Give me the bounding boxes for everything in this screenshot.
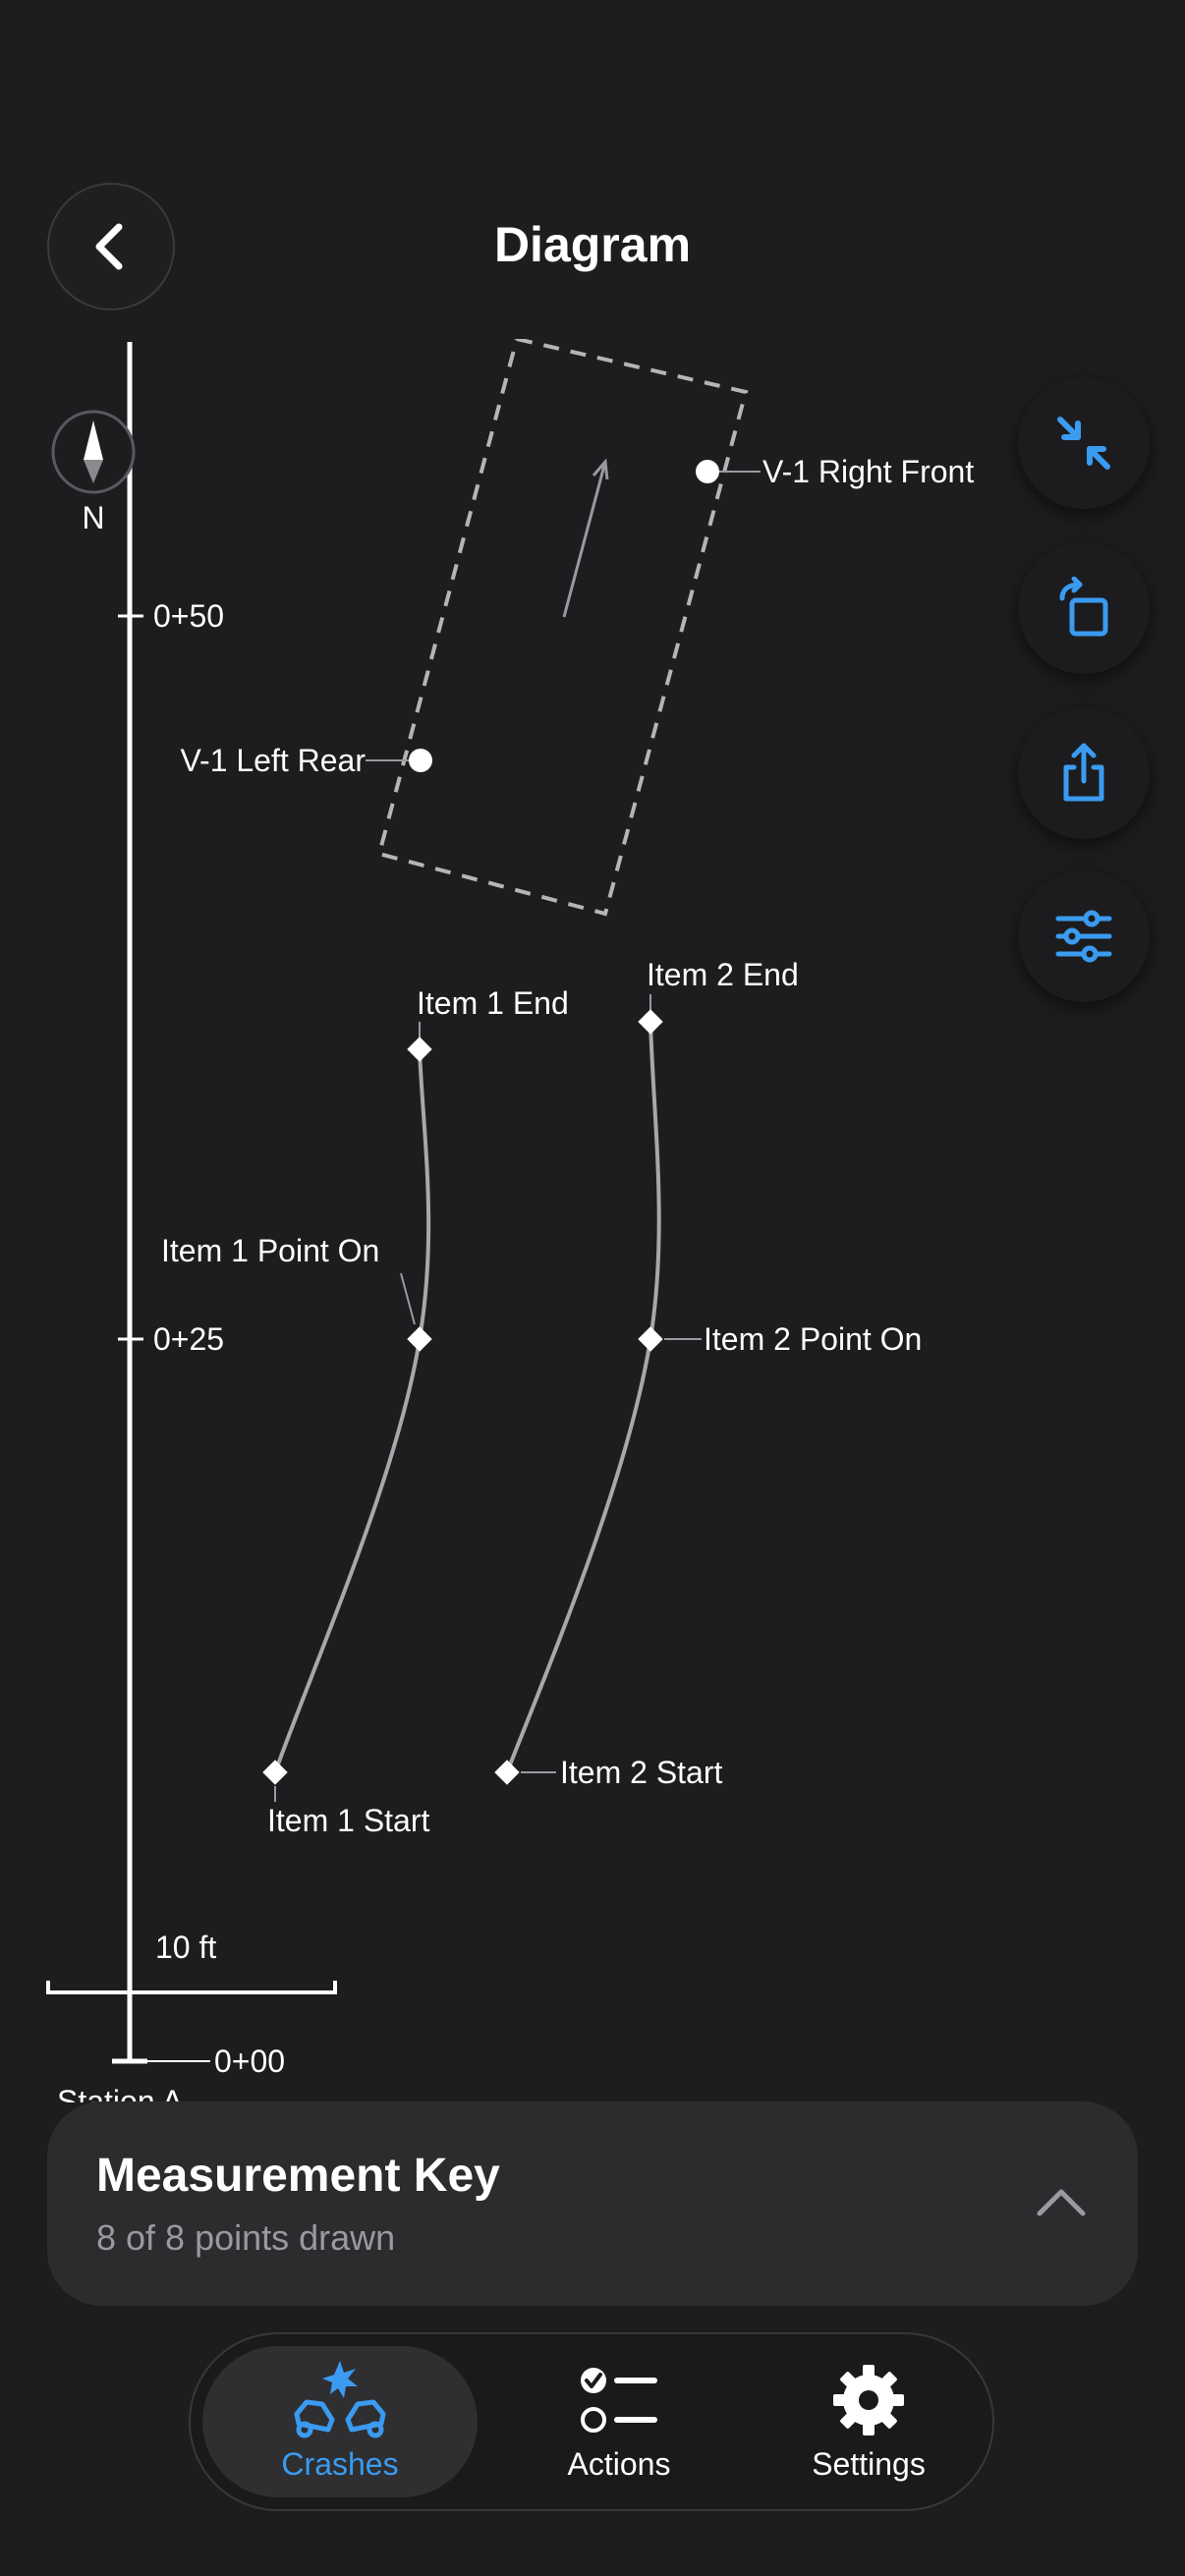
item-2-start-point[interactable] xyxy=(494,1760,520,1785)
page-title: Diagram xyxy=(493,217,692,272)
back-button[interactable] xyxy=(47,183,175,310)
item-1-path xyxy=(273,1048,431,1773)
vehicle-1-outline[interactable] xyxy=(376,339,749,917)
v1-right-front-point[interactable] xyxy=(696,460,719,483)
item-1-end-label: Item 1 End xyxy=(417,985,569,1021)
tab-settings-label: Settings xyxy=(812,2446,926,2482)
compress-button[interactable] xyxy=(1018,377,1150,509)
v1-left-rear-label: V-1 Left Rear xyxy=(180,743,366,778)
crash-cars-icon xyxy=(294,2361,386,2438)
item-2-point-on-point[interactable] xyxy=(638,1326,663,1352)
station-label-0-25: 0+25 xyxy=(153,1321,224,1357)
item-2-point-on-label: Item 2 Point On xyxy=(704,1321,922,1357)
compass-icon xyxy=(51,410,136,494)
gear-icon xyxy=(833,2365,904,2436)
v1-right-front-label: V-1 Right Front xyxy=(762,454,974,489)
scale-bar xyxy=(46,1981,337,1994)
tab-settings[interactable]: Settings xyxy=(770,2346,967,2497)
checklist-icon xyxy=(581,2368,657,2433)
item-1-point-on-point[interactable] xyxy=(407,1326,432,1352)
measurement-key-subtitle: 8 of 8 points drawn xyxy=(96,2217,396,2258)
item-2-start-label: Item 2 Start xyxy=(560,1755,723,1790)
tab-crashes[interactable]: Crashes xyxy=(202,2346,478,2497)
measurement-key-panel[interactable]: Measurement Key 8 of 8 points drawn xyxy=(47,2101,1138,2306)
station-label-0-00: 0+00 xyxy=(214,2044,285,2079)
item-2-end-point[interactable] xyxy=(638,1009,663,1035)
tab-actions[interactable]: Actions xyxy=(521,2346,717,2497)
item-1-start-point[interactable] xyxy=(262,1760,288,1785)
chevron-left-icon xyxy=(95,223,123,270)
diagram-screen: 0+50 0+25 0+00 Station A 10 ft N xyxy=(0,0,1185,2576)
share-button[interactable] xyxy=(1018,707,1150,839)
item-1-point-on-label: Item 1 Point On xyxy=(161,1233,379,1268)
item-1-end-point[interactable] xyxy=(407,1036,432,1062)
tab-actions-label: Actions xyxy=(567,2446,671,2482)
compress-icon xyxy=(1057,417,1110,470)
v1-left-rear-point[interactable] xyxy=(409,749,432,772)
item-2-end-label: Item 2 End xyxy=(647,957,799,992)
tab-crashes-label: Crashes xyxy=(281,2446,399,2482)
item-1-start-label: Item 1 Start xyxy=(267,1803,430,1838)
sliders-icon xyxy=(1055,910,1112,963)
scale-label: 10 ft xyxy=(155,1930,216,1965)
station-label-0-50: 0+50 xyxy=(153,598,224,634)
measurement-key-title: Measurement Key xyxy=(96,2150,500,2202)
header: Diagram xyxy=(0,177,1185,324)
vehicle-direction-arrow xyxy=(562,458,609,618)
share-icon xyxy=(1063,743,1104,802)
rotate-icon xyxy=(1059,577,1108,637)
compass-label: N xyxy=(82,500,104,535)
item-2-path xyxy=(505,1021,661,1773)
tab-bar: Crashes Actions Settings xyxy=(189,2332,994,2511)
chevron-up-icon[interactable] xyxy=(1032,2172,1091,2231)
adjust-button[interactable] xyxy=(1018,870,1150,1002)
rotate-button[interactable] xyxy=(1018,542,1150,674)
